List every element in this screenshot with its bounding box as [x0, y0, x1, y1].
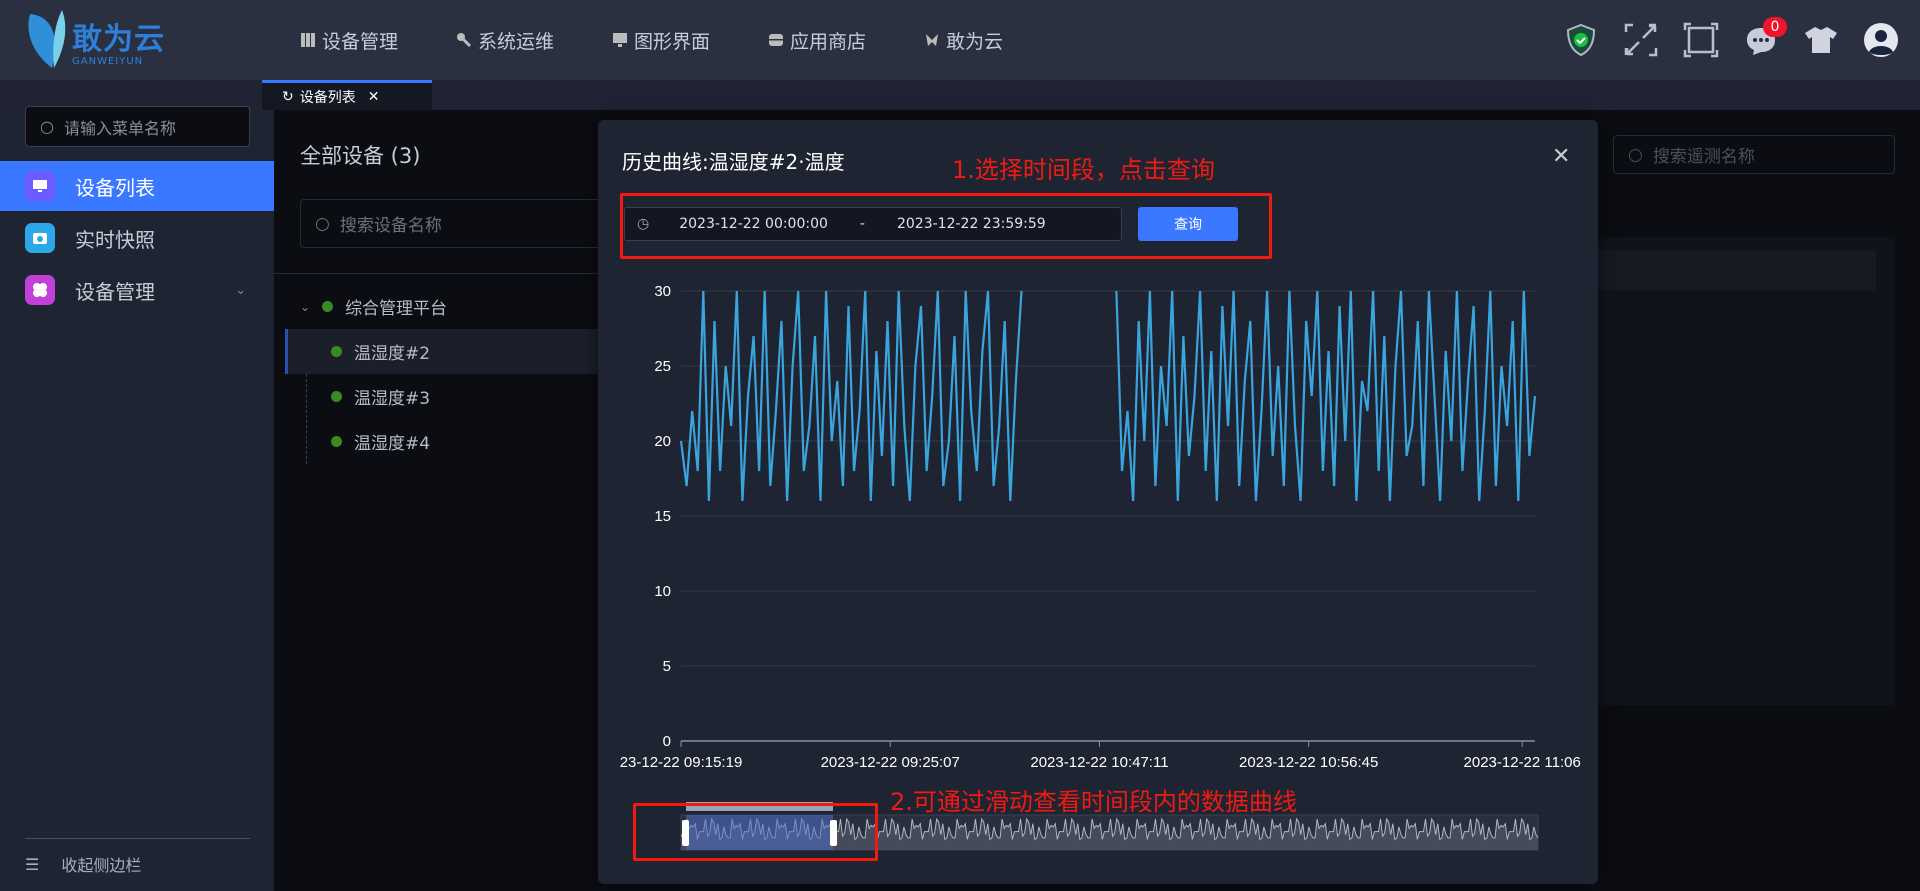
telemetry-search-input[interactable]: ○ 搜索遥测名称 — [1613, 135, 1895, 174]
store-icon — [769, 34, 783, 46]
chevron-down-icon: ⌄ — [235, 282, 246, 298]
search-icon: ○ — [40, 117, 54, 136]
nav-device-management[interactable]: 设备管理 — [300, 0, 398, 80]
x-tick-label: 2023-12-22 10:47:11 — [1030, 754, 1168, 771]
menu-search-input[interactable]: ○ 请输入菜单名称 — [25, 106, 250, 147]
screen-frame-icon[interactable] — [1683, 22, 1719, 58]
y-tick-label: 10 — [654, 583, 671, 600]
end-date-input[interactable]: 2023-12-22 23:59:59 — [897, 216, 1046, 232]
y-tick-label: 25 — [654, 358, 671, 375]
chevron-down-icon[interactable]: ⌄ — [300, 300, 310, 314]
annotation-step-1: 1.选择时间段，点击查询 — [952, 156, 1215, 184]
tree-node-root[interactable]: ⌄ 综合管理平台 — [300, 294, 447, 319]
user-avatar[interactable] — [1863, 22, 1899, 58]
series-line-temperature — [679, 290, 1537, 502]
y-tick-label: 15 — [654, 508, 671, 525]
query-button[interactable]: 查询 — [1138, 207, 1238, 241]
sidebar-item-device-management[interactable]: 设备管理 ⌄ — [0, 265, 274, 315]
start-date-input[interactable]: 2023-12-22 00:00:00 — [679, 216, 828, 232]
close-icon[interactable]: ✕ — [1552, 144, 1570, 169]
tree-node-device[interactable]: 温湿度#4 — [331, 429, 430, 454]
status-dot — [331, 391, 342, 402]
fullscreen-icon[interactable] — [1623, 22, 1659, 58]
search-icon: ○ — [315, 213, 330, 234]
refresh-icon[interactable]: ↻ — [282, 89, 294, 105]
columns-icon — [301, 33, 315, 47]
status-dot — [331, 346, 342, 357]
butterfly-icon — [926, 34, 938, 46]
logo[interactable]: 敢为云 GANWEIYUN — [22, 6, 192, 74]
tree-guide-line — [306, 374, 307, 464]
telemetry-table — [1590, 237, 1895, 705]
nav-system-ops[interactable]: 系统运维 — [456, 0, 554, 80]
nav-graphics[interactable]: 图形界面 — [612, 0, 710, 80]
wrench-icon — [457, 33, 472, 48]
dialog-title: 历史曲线:温湿度#2·温度 — [622, 150, 845, 174]
y-tick-label: 30 — [654, 283, 671, 300]
sidebar-item-snapshot[interactable]: 实时快照 — [0, 213, 274, 263]
monitor-icon — [25, 171, 55, 201]
x-tick-label: 2023-12-22 09:25:07 — [821, 754, 960, 771]
close-tab-icon[interactable]: ✕ — [368, 89, 380, 105]
date-range-picker[interactable]: ◷ 2023-12-22 00:00:00 - 2023-12-22 23:59… — [624, 207, 1122, 241]
butterfly-logo-icon — [28, 10, 66, 68]
theme-shirt-icon[interactable] — [1803, 22, 1839, 58]
clock-icon: ◷ — [637, 216, 650, 232]
tab-device-list[interactable]: ↻ 设备列表 ✕ — [262, 80, 432, 110]
y-tick-label: 20 — [654, 433, 671, 450]
table-header — [1590, 250, 1876, 290]
status-dot — [322, 301, 334, 312]
sidebar-item-device-list[interactable]: 设备列表 — [0, 161, 274, 211]
clover-icon — [25, 275, 55, 305]
x-tick-label: 23-12-22 09:15:19 — [620, 754, 743, 771]
tree-node-device[interactable]: 温湿度#2 — [331, 339, 430, 364]
x-tick-label: 2023-12-22 11:06 — [1464, 754, 1581, 771]
y-tick-label: 5 — [663, 658, 671, 675]
monitor-icon — [613, 33, 627, 47]
y-tick-label: 0 — [663, 733, 671, 750]
camera-icon — [25, 223, 55, 253]
security-shield-icon[interactable] — [1563, 22, 1599, 58]
annotation-box-2 — [633, 803, 878, 861]
collapse-sidebar-button[interactable]: ☰ 收起侧边栏 — [25, 852, 141, 876]
nav-ganweiyun[interactable]: 敢为云 — [924, 0, 1003, 80]
tree-node-device[interactable]: 温湿度#3 — [331, 384, 430, 409]
device-panel-title: 全部设备 (3) — [300, 144, 421, 168]
status-dot — [331, 436, 342, 447]
nav-app-store[interactable]: 应用商店 — [768, 0, 866, 80]
x-tick-label: 2023-12-22 10:56:45 — [1239, 754, 1378, 771]
history-line-chart: 0 5 10 15 20 25 30 23-12-22 09:15:19 2023-12-22 … — [620, 283, 1581, 771]
collapse-menu-icon: ☰ — [25, 854, 40, 874]
search-icon: ○ — [1628, 144, 1643, 165]
sidebar-divider — [25, 838, 250, 839]
message-count-badge: 0 — [1763, 17, 1787, 37]
